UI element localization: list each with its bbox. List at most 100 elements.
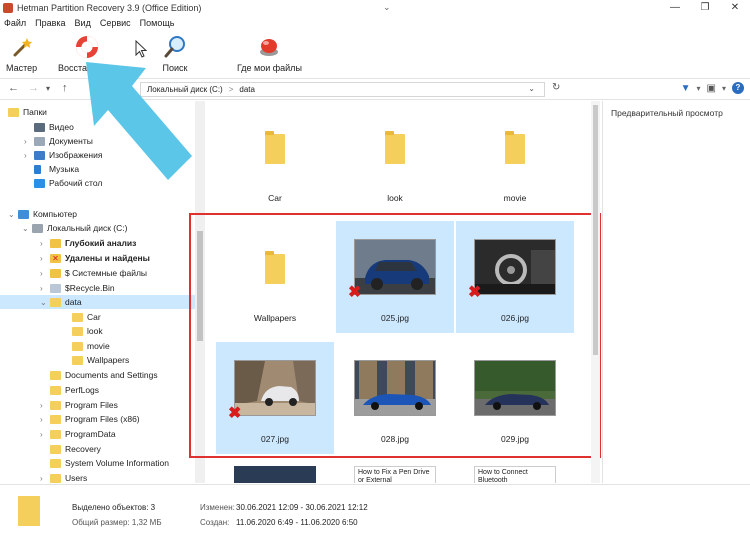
chevron-down-icon[interactable]: ⌄ — [8, 210, 18, 219]
wizard-button[interactable]: Мастер — [6, 34, 37, 73]
annotation-arrow-icon — [86, 62, 192, 180]
view-dropdown-icon[interactable]: ▾ — [722, 84, 726, 93]
wizard-label: Мастер — [6, 63, 38, 73]
filter-dropdown-icon[interactable]: ▾ — [697, 84, 701, 93]
tree-item-programdata[interactable]: › ProgramData — [40, 427, 116, 441]
chevron-right-icon[interactable]: › — [40, 269, 50, 278]
tree-item-system-volume[interactable]: System Volume Information — [40, 456, 169, 470]
magnifier-icon — [162, 34, 188, 60]
cursor-icon — [128, 36, 154, 62]
menu-service[interactable]: Сервис — [100, 18, 131, 28]
pointer-tool[interactable] — [128, 36, 154, 62]
folder-icon — [72, 326, 83, 336]
folder-icon — [8, 107, 19, 117]
chevron-right-icon[interactable]: › — [40, 284, 50, 293]
total-size: Общий размер: 1,32 МБ — [72, 518, 162, 527]
lifebuoy-icon — [74, 34, 100, 60]
file-tile-car[interactable]: Car — [216, 101, 334, 213]
folder-icon — [72, 341, 83, 351]
chevron-right-icon[interactable]: › — [40, 474, 50, 483]
documents-icon — [34, 136, 45, 146]
status-bar: Выделено объектов: 3 Общий размер: 1,32 … — [0, 484, 750, 534]
address-dropdown-icon[interactable]: ⌄ — [528, 84, 535, 93]
folder-icon — [18, 496, 40, 526]
folder-icon — [50, 473, 61, 483]
tree-item-wallpapers[interactable]: Wallpapers — [72, 353, 129, 367]
file-tile-movie[interactable]: movie — [456, 101, 574, 213]
content-scroll-thumb[interactable] — [593, 105, 598, 355]
chevron-right-icon[interactable]: › — [40, 254, 50, 263]
tree-item-documents-settings[interactable]: Documents and Settings — [40, 368, 158, 382]
tree-item-music[interactable]: Музыка — [24, 162, 79, 176]
menu-view[interactable]: Вид — [75, 18, 91, 28]
chevron-down-icon[interactable]: ⌄ — [383, 2, 391, 13]
forward-arrow-icon[interactable]: → — [28, 82, 39, 94]
tree-computer[interactable]: ⌄ Компьютер — [8, 207, 77, 221]
maximize-button[interactable]: ❐ — [690, 0, 720, 16]
tree-data[interactable]: ⌄ data — [0, 295, 195, 309]
tree-folders-header[interactable]: Папки — [8, 105, 47, 119]
menu-file[interactable]: Файл — [4, 18, 26, 28]
minimize-button[interactable]: — — [660, 0, 690, 16]
content-scrollbar[interactable] — [591, 101, 600, 483]
help-icon[interactable]: ? — [732, 82, 744, 94]
folder-icon — [72, 355, 83, 365]
tree-item-program-files[interactable]: › Program Files — [40, 398, 118, 412]
folder-icon — [50, 268, 61, 278]
chevron-right-icon[interactable]: › — [40, 239, 50, 248]
close-button[interactable]: ✕ — [720, 0, 750, 16]
chevron-down-icon[interactable]: ⌄ — [40, 298, 50, 307]
folder-icon — [50, 414, 61, 424]
partial-thumbnail: How to Connect Bluetooth — [474, 466, 556, 483]
tree-item-video[interactable]: Видео — [24, 120, 74, 134]
chevron-right-icon[interactable]: › — [40, 401, 50, 410]
computer-icon — [18, 209, 29, 219]
tree-local-disk[interactable]: ⌄ Локальный диск (C:) — [22, 221, 127, 235]
filter-icon[interactable]: ▼ — [681, 83, 691, 94]
chevron-right-icon[interactable]: › — [40, 415, 50, 424]
file-name: movie — [503, 193, 527, 203]
tree-deleted-found[interactable]: › ✕ Удалены и найдены — [40, 251, 150, 265]
chevron-right-icon[interactable]: › — [40, 430, 50, 439]
tree-item-recovery[interactable]: Recovery — [40, 442, 101, 456]
back-arrow-icon[interactable]: ← — [8, 82, 19, 94]
up-arrow-icon[interactable]: ↑ — [62, 82, 68, 94]
folder-icon — [50, 429, 61, 439]
menu-bar: Файл Правка Вид Сервис Помощь — [0, 16, 750, 30]
tree-deep-analysis[interactable]: › Глубокий анализ — [40, 236, 136, 250]
where-my-files-button[interactable]: Где мои файлы — [237, 34, 302, 73]
partial-thumbnail-text: How to Connect Bluetooth — [478, 469, 528, 483]
deleted-folder-icon: ✕ — [50, 253, 61, 263]
menu-edit[interactable]: Правка — [35, 18, 65, 28]
file-tile-look[interactable]: look — [336, 101, 454, 213]
chevron-right-icon[interactable]: › — [24, 137, 34, 146]
history-dropdown-icon[interactable]: ▾ — [46, 84, 50, 93]
tree-recycle-bin[interactable]: › $Recycle.Bin — [40, 281, 115, 295]
tree-item-movie[interactable]: movie — [72, 339, 110, 353]
chevron-right-icon[interactable]: › — [24, 151, 34, 160]
tree-item-car[interactable]: Car — [72, 310, 101, 324]
tree-item-program-files-x86[interactable]: › Program Files (x86) — [40, 412, 140, 426]
breadcrumb[interactable]: Локальный диск (C:) > data ⌄ — [140, 82, 545, 97]
window-title: Hetman Partition Recovery 3.9 (Office Ed… — [17, 3, 202, 13]
folder-icon — [50, 400, 61, 410]
tree-item-perflogs[interactable]: PerfLogs — [40, 383, 99, 397]
menu-help[interactable]: Помощь — [140, 18, 175, 28]
partial-thumbnail: How to Fix a Pen Drive or External — [354, 466, 436, 483]
folder-icon — [505, 131, 525, 164]
folder-icon — [50, 444, 61, 454]
tree-item-look[interactable]: look — [72, 324, 103, 338]
wand-icon — [9, 34, 35, 60]
disk-icon — [32, 223, 43, 233]
view-mode-icon[interactable]: ▣ — [707, 83, 716, 94]
preview-pane: Предварительный просмотр — [602, 101, 750, 483]
selection-highlight-box — [189, 213, 601, 458]
tree-item-documents[interactable]: › Документы — [24, 134, 93, 148]
breadcrumb-data[interactable]: data — [239, 85, 255, 94]
refresh-icon[interactable]: ↻ — [552, 82, 560, 93]
tree-system-files[interactable]: › $ Системные файлы — [40, 266, 147, 280]
analysis-folder-icon — [50, 238, 61, 248]
file-name: look — [387, 193, 403, 203]
chevron-down-icon[interactable]: ⌄ — [22, 224, 32, 233]
tree-item-users[interactable]: › Users — [40, 471, 87, 483]
